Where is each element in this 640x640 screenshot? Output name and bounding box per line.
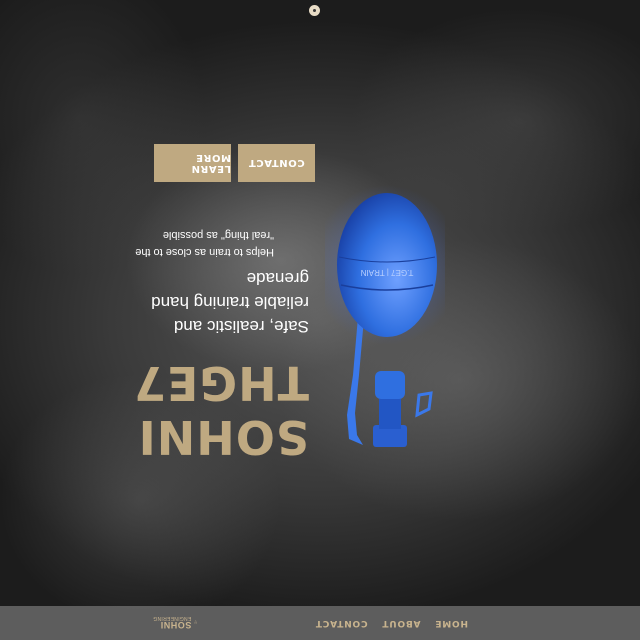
logo-name: SOHNI [160, 620, 192, 630]
hero-title: SOHNI THGE7 [132, 356, 309, 464]
brand-logo[interactable]: SOHNI ENGINEERING [153, 609, 197, 635]
nav-link-home[interactable]: HOME [435, 618, 469, 628]
hero-title-line1: SOHNI [137, 410, 309, 464]
training-grenade-image: T.GE7 | TRAIN [325, 185, 445, 447]
nav-links: HOME ABOUT CONTACT [315, 618, 468, 628]
hero-subtitle: Safe, realistic and reliable training ha… [151, 269, 309, 336]
page: SOHNI ENGINEERING HOME ABOUT CONTACT SOH… [0, 0, 640, 640]
nav-link-about[interactable]: ABOUT [382, 618, 421, 628]
navbar: SOHNI ENGINEERING HOME ABOUT CONTACT [0, 606, 640, 640]
deer-head-icon [194, 620, 197, 624]
hero-title-line2: THGE7 [132, 356, 309, 410]
contact-button[interactable]: CONTACT [238, 144, 315, 182]
learn-more-button[interactable]: LEARN MORE [154, 144, 231, 182]
nav-link-contact[interactable]: CONTACT [315, 618, 368, 628]
grenade-label: T.GE7 | TRAIN [360, 268, 413, 277]
logo-tagline: ENGINEERING [153, 615, 192, 621]
hero-description: Helps to train as close to the "real thi… [135, 229, 274, 258]
logo-text: SOHNI ENGINEERING [153, 615, 192, 630]
scroll-indicator-icon[interactable] [309, 5, 320, 16]
